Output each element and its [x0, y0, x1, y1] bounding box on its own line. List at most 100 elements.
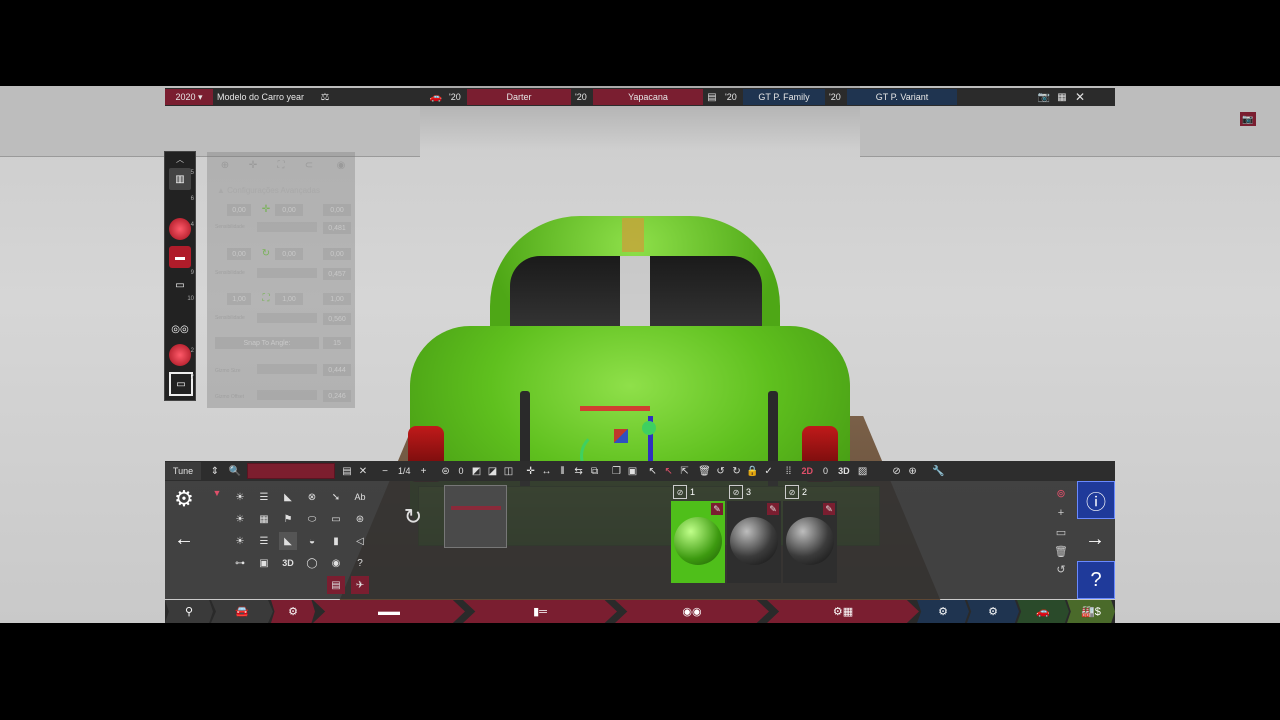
undo-icon[interactable]: ↺ — [713, 463, 729, 479]
layers-icon[interactable]: ⊜ — [438, 463, 454, 479]
slot3-name-button[interactable]: GT P. Family — [743, 89, 825, 105]
gizmo-x-axis[interactable] — [580, 406, 650, 411]
select-arrow-icon[interactable]: ↖ — [645, 463, 661, 479]
select-icon[interactable]: ⊕ — [215, 160, 235, 171]
chevron-up-icon[interactable]: ︿ — [169, 154, 191, 164]
minus-icon[interactable]: − — [377, 463, 393, 479]
check-icon[interactable]: ✓ — [761, 463, 777, 479]
slot1-name-button[interactable]: Darter — [467, 89, 571, 105]
stack-icon[interactable]: ☰ — [255, 488, 273, 506]
back-arrow-icon[interactable]: ← — [165, 527, 203, 551]
material-slot-1[interactable]: ✎ — [671, 501, 725, 583]
refresh-icon[interactable]: ⊚ — [1053, 485, 1069, 501]
scale-icon[interactable]: ⛶ — [271, 160, 291, 171]
exhaust-icon[interactable]: ◁ — [351, 532, 369, 550]
bumper-icon[interactable]: ▭ — [169, 274, 191, 296]
seat-icon[interactable]: ☰ — [255, 532, 273, 550]
eye-icon[interactable]: ◉ — [331, 160, 351, 171]
nav-trim[interactable]: ⚙▦ — [767, 600, 919, 623]
wheel-icon[interactable]: ⊛ — [351, 510, 369, 528]
scale-x-field[interactable]: 1,00 — [227, 293, 251, 305]
material-slot-2[interactable]: ✎ — [783, 501, 837, 583]
bird-icon[interactable]: ✈ — [351, 576, 369, 594]
align-icon[interactable]: ⫴ — [555, 463, 571, 479]
rotation-z-field[interactable]: 0,00 — [323, 248, 351, 260]
tail-light-icon[interactable]: ▬ — [169, 246, 191, 268]
move-icon[interactable]: ✛ — [243, 160, 263, 171]
gizmo-offset-slider[interactable] — [257, 390, 317, 400]
nav-body[interactable]: 🚘 — [211, 600, 273, 623]
flip-icon[interactable]: ⇆ — [571, 463, 587, 479]
selected-part-slot[interactable]: ▭ — [169, 372, 193, 396]
save-icon[interactable]: ▭ — [1053, 524, 1069, 540]
mirror-icon[interactable]: ◒ — [303, 532, 321, 550]
bottle-icon[interactable]: ▮ — [327, 532, 345, 550]
scale-sensitivity-slider[interactable] — [257, 313, 317, 323]
chevron-down-icon[interactable]: ▼ — [209, 485, 225, 501]
nav-engine-variant[interactable]: ⚙ — [967, 600, 1019, 623]
rotation-sensitivity-value[interactable]: 0,457 — [323, 268, 351, 280]
mode-2d-button[interactable]: 2D — [797, 466, 819, 476]
delete-icon[interactable]: 🗑 — [1053, 543, 1069, 559]
picture-icon[interactable]: ▣ — [255, 554, 273, 572]
slot2-name-button[interactable]: Yapacana — [593, 89, 703, 105]
search-icon[interactable]: 🔍 — [227, 463, 243, 479]
redo-icon[interactable]: ↻ — [729, 463, 745, 479]
gizmo-offset-value[interactable]: 0,246 — [323, 390, 351, 402]
slot4-name-button[interactable]: GT P. Variant — [847, 89, 957, 105]
add-icon[interactable]: + — [1053, 505, 1069, 521]
logo-icon[interactable]: ◉ — [327, 554, 345, 572]
move-icon[interactable]: ✛ — [523, 463, 539, 479]
position-x-field[interactable]: 0,00 — [227, 204, 251, 216]
rotate-icon[interactable]: ⊂ — [299, 160, 319, 171]
position-z-field[interactable]: 0,00 — [323, 204, 351, 216]
help-circle-icon[interactable]: ? — [351, 554, 369, 572]
ring-icon[interactable]: ⊗ — [303, 488, 321, 506]
year-selector[interactable]: 2020 ▾ — [165, 89, 213, 105]
undo-icon[interactable]: ↺ — [1053, 561, 1069, 577]
mirror-x-icon[interactable]: ◪ — [485, 463, 501, 479]
copy-icon[interactable]: ⧉ — [587, 463, 603, 479]
bulb-icon[interactable]: ☀ — [231, 532, 249, 550]
reset-icon[interactable]: ↻ — [401, 504, 425, 529]
text-icon[interactable]: Ab — [351, 488, 369, 506]
nav-testing[interactable]: 🚗 — [1017, 600, 1069, 623]
wedge-icon[interactable]: ◣ — [279, 532, 297, 550]
camera-icon[interactable]: 📷 — [1240, 112, 1256, 126]
gizmo-size-slider[interactable] — [257, 364, 317, 374]
light-part-icon[interactable] — [169, 344, 191, 366]
gizmo-plane-handle[interactable] — [614, 429, 628, 443]
select-multi-icon[interactable]: ⇱ — [677, 463, 693, 479]
forward-arrow-icon[interactable]: → — [1077, 521, 1113, 557]
trash-icon[interactable]: 🗑 — [697, 463, 713, 479]
screenshot-icon[interactable]: 📷 — [1035, 89, 1053, 105]
nav-drivetrain[interactable]: ◉◉ — [615, 600, 769, 623]
no-entry-icon[interactable]: ⊘ — [889, 463, 905, 479]
position-sensitivity-slider[interactable] — [257, 222, 317, 232]
globe-icon[interactable]: ⊕ — [905, 463, 921, 479]
mode-3d-button[interactable]: 3D — [833, 466, 855, 476]
scale-z-field[interactable]: 1,00 — [323, 293, 351, 305]
rotation-y-field[interactable]: 0,00 — [275, 248, 303, 260]
nav-tuning-active[interactable]: ⚙ — [271, 600, 315, 623]
pipe-icon[interactable]: ⊶ — [231, 554, 249, 572]
position-sensitivity-value[interactable]: 0,481 — [323, 222, 351, 234]
flag-icon[interactable]: ⚑ — [279, 510, 297, 528]
duplicate-icon[interactable]: ❐ — [609, 463, 625, 479]
nav-factory-cost[interactable]: 🏭$ — [1067, 600, 1115, 623]
layout-icon[interactable]: ▦ — [1053, 89, 1071, 105]
material-slot-3[interactable]: ✎ — [727, 501, 781, 583]
move-horizontal-icon[interactable]: ↔ — [539, 463, 555, 479]
lock-icon[interactable]: 🔒 — [745, 463, 761, 479]
tab-tune[interactable]: Tune — [165, 462, 201, 480]
gizmo-center-handle[interactable] — [642, 421, 656, 435]
info-button[interactable]: ⓘ — [1077, 481, 1115, 519]
exhaust-tips-icon[interactable]: ◎◎ — [169, 318, 191, 340]
sort-icon[interactable]: ⇕ — [207, 463, 223, 479]
triangle-icon[interactable]: ◣ — [279, 488, 297, 506]
panel-icon[interactable]: ▦ — [255, 510, 273, 528]
pattern-icon[interactable]: ▨ — [855, 463, 871, 479]
paste-icon[interactable]: ▣ — [625, 463, 641, 479]
edit-icon[interactable]: ✎ — [711, 503, 723, 515]
bulb-icon[interactable]: ☀ — [231, 488, 249, 506]
